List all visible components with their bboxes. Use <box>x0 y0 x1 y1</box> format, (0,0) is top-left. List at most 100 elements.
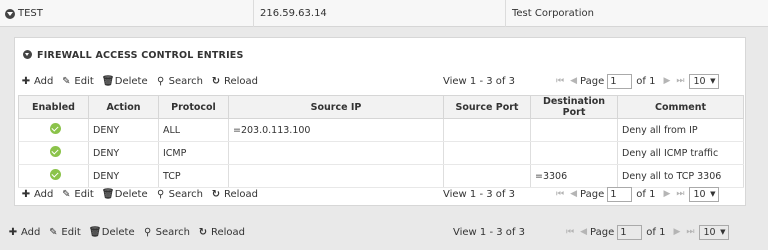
firewall-panel: FIREWALL ACCESS CONTROL ENTRIES ✚ Add ✎ Ed… <box>14 37 746 206</box>
top-toolbar: ✚ Add ✎ Edit 🗑 Delete ⚲ Search ↻ Reload <box>21 71 266 91</box>
dest-port-cell <box>530 118 618 142</box>
collapse-icon[interactable] <box>5 9 15 19</box>
trash-icon: 🗑 <box>101 75 115 87</box>
column-header[interactable]: Source IP <box>228 95 444 119</box>
search-button[interactable]: ⚲ Search <box>156 76 203 87</box>
prev-page-icon[interactable]: ◀ <box>570 189 577 199</box>
protocol-cell: ALL <box>158 118 229 142</box>
last-page-icon[interactable]: ⏭ <box>676 189 684 199</box>
delete-button[interactable]: 🗑 Delete <box>89 227 135 238</box>
add-button[interactable]: ✚ Add <box>8 226 41 238</box>
column-header[interactable]: Comment <box>617 95 744 119</box>
last-page-icon[interactable]: ⏭ <box>676 76 684 86</box>
page-of-label: of 1 <box>636 188 656 200</box>
prev-page-icon[interactable]: ◀ <box>580 227 587 237</box>
parent-row-company: Test Corporation <box>512 8 594 19</box>
parent-row-ip: 216.59.63.14 <box>260 8 327 19</box>
prev-page-icon[interactable]: ◀ <box>570 76 577 86</box>
column-header[interactable]: Action <box>88 95 159 119</box>
column-divider <box>505 0 506 27</box>
rows-per-page-select[interactable]: 10 ▼ <box>699 224 730 240</box>
first-page-icon[interactable]: ⏮ <box>566 227 574 237</box>
enabled-cell <box>18 141 89 165</box>
comment-cell: Deny all from IP <box>617 118 744 142</box>
plus-icon: ✚ <box>8 226 18 238</box>
page-input[interactable]: 1 <box>617 224 643 240</box>
search-icon: ⚲ <box>156 75 165 87</box>
edit-button[interactable]: ✎ Edit <box>61 75 94 87</box>
page-label: Page <box>580 75 605 87</box>
rows-per-page-select[interactable]: 10 ▼ <box>689 186 720 202</box>
add-button[interactable]: ✚ Add <box>21 75 54 87</box>
view-count: View 1 - 3 of 3 <box>443 188 515 200</box>
page-label: Page <box>580 188 605 200</box>
trash-icon: 🗑 <box>88 226 102 238</box>
trash-icon: 🗑 <box>101 188 115 200</box>
panel-title: FIREWALL ACCESS CONTROL ENTRIES <box>23 49 244 61</box>
edit-button[interactable]: ✎ Edit <box>61 188 94 200</box>
check-circle-icon <box>50 169 61 180</box>
reload-button[interactable]: ↻ Reload <box>198 227 245 238</box>
pencil-icon: ✎ <box>62 75 71 87</box>
protocol-cell: ICMP <box>158 141 229 165</box>
next-page-icon[interactable]: ▶ <box>663 76 670 86</box>
column-header[interactable]: Protocol <box>158 95 229 119</box>
check-circle-icon <box>50 123 61 134</box>
plus-icon: ✚ <box>21 188 31 200</box>
column-header[interactable]: Enabled <box>18 95 89 119</box>
top-pager: View 1 - 3 of 3 ⏮ ◀ Page 1 of 1 ▶ ⏭ 10 ▼ <box>443 71 720 91</box>
source-port-cell <box>443 141 531 165</box>
rows-per-page-select[interactable]: 10 ▼ <box>689 73 720 89</box>
pencil-icon: ✎ <box>49 226 58 238</box>
delete-button[interactable]: 🗑 Delete <box>102 189 148 200</box>
column-header[interactable]: Source Port <box>443 95 531 119</box>
page-input[interactable]: 1 <box>607 186 633 202</box>
chevron-down-icon: ▼ <box>720 228 726 236</box>
first-page-icon[interactable]: ⏮ <box>556 189 564 199</box>
search-button[interactable]: ⚲ Search <box>143 227 190 238</box>
source-ip-cell <box>228 141 444 165</box>
outer-toolbar: ✚ Add ✎ Edit 🗑 Delete ⚲ Search ↻ Reload <box>8 222 253 242</box>
source-port-cell <box>443 118 531 142</box>
first-page-icon[interactable]: ⏮ <box>556 76 564 86</box>
parent-row[interactable]: TEST 216.59.63.14 Test Corporation <box>0 0 768 27</box>
chevron-down-icon: ▼ <box>710 77 716 85</box>
collapse-icon[interactable] <box>23 50 32 59</box>
search-icon: ⚲ <box>143 226 152 238</box>
pencil-icon: ✎ <box>62 188 71 200</box>
page-input[interactable]: 1 <box>607 73 633 89</box>
view-count: View 1 - 3 of 3 <box>453 226 525 238</box>
reload-icon: ↻ <box>198 226 208 238</box>
search-button[interactable]: ⚲ Search <box>156 189 203 200</box>
delete-button[interactable]: 🗑 Delete <box>102 76 148 87</box>
acl-table: Enabled Action Protocol Source IP Source… <box>18 95 744 188</box>
plus-icon: ✚ <box>21 75 31 87</box>
column-header[interactable]: Destination Port <box>530 95 618 119</box>
panel-title-text: FIREWALL ACCESS CONTROL ENTRIES <box>37 50 244 61</box>
edit-button[interactable]: ✎ Edit <box>48 226 81 238</box>
bottom-pager: View 1 - 3 of 3 ⏮ ◀ Page 1 of 1 ▶ ⏭ 10 ▼ <box>443 184 720 204</box>
comment-cell: Deny all ICMP traffic <box>617 141 744 165</box>
search-icon: ⚲ <box>156 188 165 200</box>
enabled-cell <box>18 118 89 142</box>
outer-pager: View 1 - 3 of 3 ⏮ ◀ Page 1 of 1 ▶ ⏭ 10 ▼ <box>453 222 730 242</box>
table-row[interactable]: DENY ICMP Deny all ICMP traffic <box>18 141 744 165</box>
page-label: Page <box>590 226 615 238</box>
parent-row-name: TEST <box>18 8 43 19</box>
reload-button[interactable]: ↻ Reload <box>211 189 258 200</box>
table-row[interactable]: DENY ALL =203.0.113.100 Deny all from IP <box>18 118 744 142</box>
column-divider <box>253 0 254 27</box>
bottom-toolbar: ✚ Add ✎ Edit 🗑 Delete ⚲ Search ↻ Reload <box>21 184 266 204</box>
action-cell: DENY <box>88 118 159 142</box>
table-header-row: Enabled Action Protocol Source IP Source… <box>18 95 744 119</box>
add-button[interactable]: ✚ Add <box>21 188 54 200</box>
next-page-icon[interactable]: ▶ <box>663 189 670 199</box>
last-page-icon[interactable]: ⏭ <box>686 227 694 237</box>
check-circle-icon <box>50 146 61 157</box>
dest-port-cell <box>530 141 618 165</box>
page-of-label: of 1 <box>646 226 666 238</box>
reload-icon: ↻ <box>211 188 221 200</box>
reload-button[interactable]: ↻ Reload <box>211 76 258 87</box>
page-of-label: of 1 <box>636 75 656 87</box>
next-page-icon[interactable]: ▶ <box>673 227 680 237</box>
